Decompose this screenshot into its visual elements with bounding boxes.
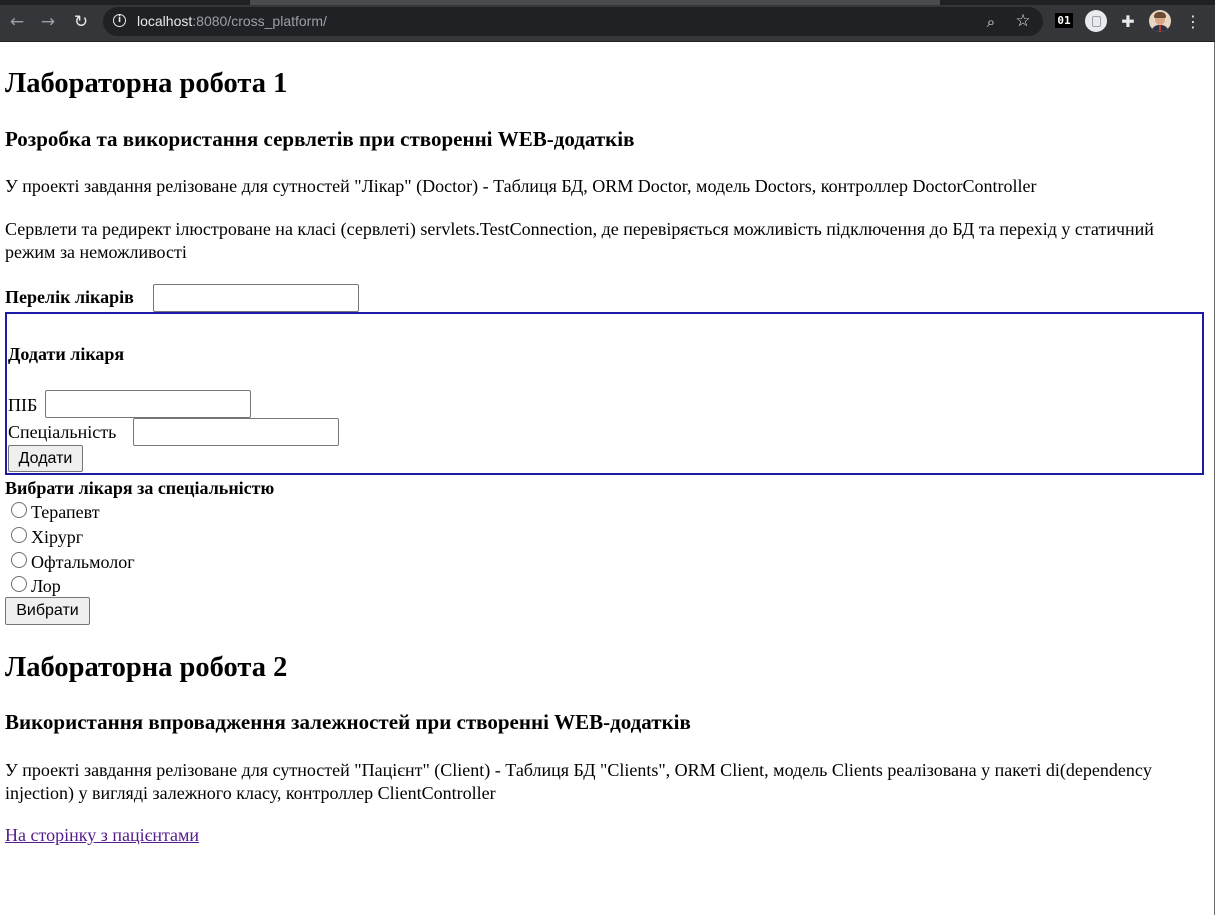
address-bar[interactable]: i localhost:8080/cross_platform/ ⌕ ☆ [103, 7, 1043, 36]
radio-ophthalmologist[interactable] [11, 552, 27, 568]
patients-link-wrapper: На сторінку з пацієнтами [5, 825, 199, 846]
name-input[interactable] [45, 390, 251, 418]
radio-therapist[interactable] [11, 502, 27, 518]
lab1-description: У проекті завдання релізоване для сутнос… [5, 176, 1037, 196]
active-tab-edge [250, 0, 940, 5]
radio-label-ophthalmologist: Офтальмолог [31, 552, 135, 572]
add-doctor-button[interactable]: Додати [8, 445, 83, 472]
back-arrow-icon[interactable]: ← [6, 11, 28, 33]
url-host: localhost [137, 13, 193, 29]
extension-01-icon[interactable]: 01 [1055, 13, 1073, 28]
lab1-subheading: Розробка та використання сервлетів при с… [5, 127, 635, 151]
lab2-heading: Лабораторна робота 2 [5, 652, 288, 683]
bookmark-star-icon[interactable]: ☆ [1013, 11, 1033, 31]
patients-page-link[interactable]: На сторінку з пацієнтами [5, 825, 199, 845]
doctors-list-label: Перелік лікарів [5, 287, 134, 307]
site-info-icon[interactable]: i [113, 14, 126, 27]
select-by-specialty-label: Вибрати лікаря за спеціальністю [5, 478, 275, 498]
add-doctor-form: Додати лікаря ПІБ Спеціальність Додати [5, 312, 1204, 475]
doctors-list-input[interactable] [153, 284, 359, 312]
url-path: :8080/cross_platform/ [192, 13, 327, 29]
add-doctor-legend: Додати лікаря [8, 344, 125, 364]
extension-page-icon[interactable] [1085, 10, 1107, 32]
extensions-puzzle-icon[interactable]: ✚ [1117, 10, 1139, 32]
lab2-subheading: Використання впровадження залежностей пр… [5, 710, 691, 734]
menu-kebab-icon[interactable]: ⋮ [1182, 10, 1204, 32]
address-url[interactable]: localhost:8080/cross_platform/ [137, 13, 327, 29]
radio-label-surgeon: Хірург [31, 527, 84, 547]
radio-label-therapist: Терапевт [31, 502, 100, 522]
page-content: Лабораторна робота 1 Розробка та викорис… [0, 42, 1215, 915]
forward-arrow-icon[interactable]: → [37, 11, 59, 33]
reload-icon[interactable]: ↻ [70, 11, 92, 33]
lab1-servlets-note: Сервлети та редирект ілюстроване на клас… [5, 219, 1154, 262]
radio-label-ent: Лор [31, 576, 61, 596]
browser-toolbar: ← → ↻ i localhost:8080/cross_platform/ ⌕… [0, 0, 1215, 42]
zoom-icon[interactable]: ⌕ [981, 12, 1001, 32]
radio-ent[interactable] [11, 576, 27, 592]
name-label: ПІБ [8, 395, 38, 415]
profile-avatar[interactable] [1149, 10, 1171, 32]
specialty-input[interactable] [133, 418, 339, 446]
specialty-label: Спеціальність [8, 422, 117, 442]
lab1-heading: Лабораторна робота 1 [5, 68, 288, 99]
lab2-description: У проекті завдання релізоване для сутнос… [5, 760, 1152, 803]
radio-surgeon[interactable] [11, 527, 27, 543]
tab-strip [0, 0, 1215, 5]
select-doctor-button[interactable]: Вибрати [5, 597, 90, 625]
